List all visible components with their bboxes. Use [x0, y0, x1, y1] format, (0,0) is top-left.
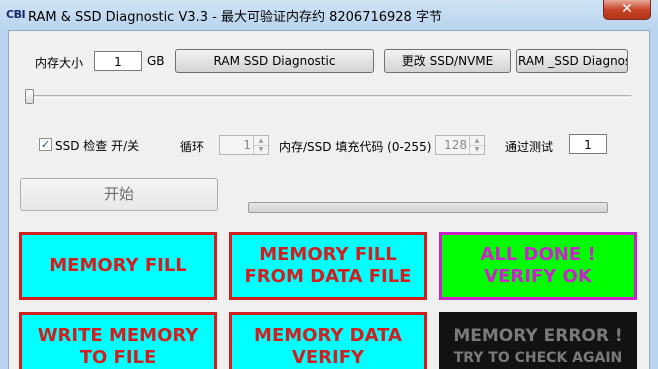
memory-fill-from-data-file-panel: MEMORY FILL FROM DATA FILE [229, 232, 427, 300]
ram-ssd-diagnostic-button[interactable]: RAM SSD Diagnostic [175, 49, 374, 73]
memory-fill-panel: MEMORY FILL [19, 232, 217, 300]
write-memory-to-file-panel: WRITE MEMORY TO FILE [19, 312, 217, 369]
memory-error-panel: MEMORY ERROR ! TRY TO CHECK AGAIN [439, 312, 637, 369]
memory-data-verify-panel: MEMORY DATA VERIFY [229, 312, 427, 369]
loop-spinner[interactable]: 1 ▲ ▼ [219, 135, 269, 155]
status-line: FROM DATA FILE [244, 266, 412, 287]
status-line: VERIFY OK [484, 266, 592, 287]
progress-bar [248, 202, 608, 213]
loop-value: 1 [243, 138, 251, 152]
status-line: MEMORY FILL [259, 244, 397, 265]
memory-slider-thumb[interactable] [25, 89, 34, 104]
status-line: TRY TO CHECK AGAIN [453, 350, 623, 366]
status-line: MEMORY ERROR ! [453, 326, 623, 346]
ssd-check-checkbox[interactable]: ✓ [39, 138, 52, 151]
status-line: VERIFY [291, 347, 365, 368]
fill-code-spinner[interactable]: 128 ▲ ▼ [435, 135, 485, 155]
spin-down-icon[interactable]: ▼ [470, 145, 484, 154]
ram-ssd-diagnostic-secondary-button[interactable]: RAM _SSD Diagnos [516, 49, 628, 73]
status-line: WRITE MEMORY [37, 325, 199, 346]
app-window: CBI RAM & SSD Diagnostic V3.3 - 最大可验证内存约… [0, 0, 658, 369]
loop-label: 循环 [180, 140, 205, 154]
fill-code-value: 128 [444, 138, 467, 152]
close-button[interactable]: ✕ [603, 0, 651, 20]
app-logo-icon: CBI [6, 8, 26, 21]
spin-down-icon[interactable]: ▼ [254, 145, 268, 154]
memory-unit-label: GB [147, 54, 165, 68]
pass-test-label: 通过测试 [505, 140, 554, 154]
ssd-check-label: SSD 检查 开/关 [55, 139, 140, 153]
memory-slider-track[interactable] [28, 95, 632, 98]
change-ssd-nvme-button[interactable]: 更改 SSD/NVME [384, 49, 511, 73]
title-bar[interactable]: CBI RAM & SSD Diagnostic V3.3 - 最大可验证内存约… [0, 0, 658, 30]
status-line: MEMORY DATA [254, 325, 402, 346]
status-line: MEMORY FILL [49, 255, 187, 276]
memory-size-label: 内存大小 [35, 56, 84, 70]
fill-code-label: 内存/SSD 填充代码 (0-255) [279, 140, 432, 154]
status-line: ALL DONE ! [480, 244, 596, 265]
memory-size-input[interactable]: 1 [94, 51, 142, 71]
status-line: TO FILE [79, 347, 157, 368]
client-area: 内存大小 1 GB RAM SSD Diagnostic 更改 SSD/NVME… [8, 30, 650, 369]
pass-test-input[interactable]: 1 [569, 134, 607, 154]
checkmark-icon: ✓ [40, 138, 51, 151]
all-done-verify-ok-panel: ALL DONE ! VERIFY OK [439, 232, 637, 300]
start-button[interactable]: 开始 [20, 178, 218, 211]
window-title: RAM & SSD Diagnostic V3.3 - 最大可验证内存约 820… [28, 10, 442, 25]
